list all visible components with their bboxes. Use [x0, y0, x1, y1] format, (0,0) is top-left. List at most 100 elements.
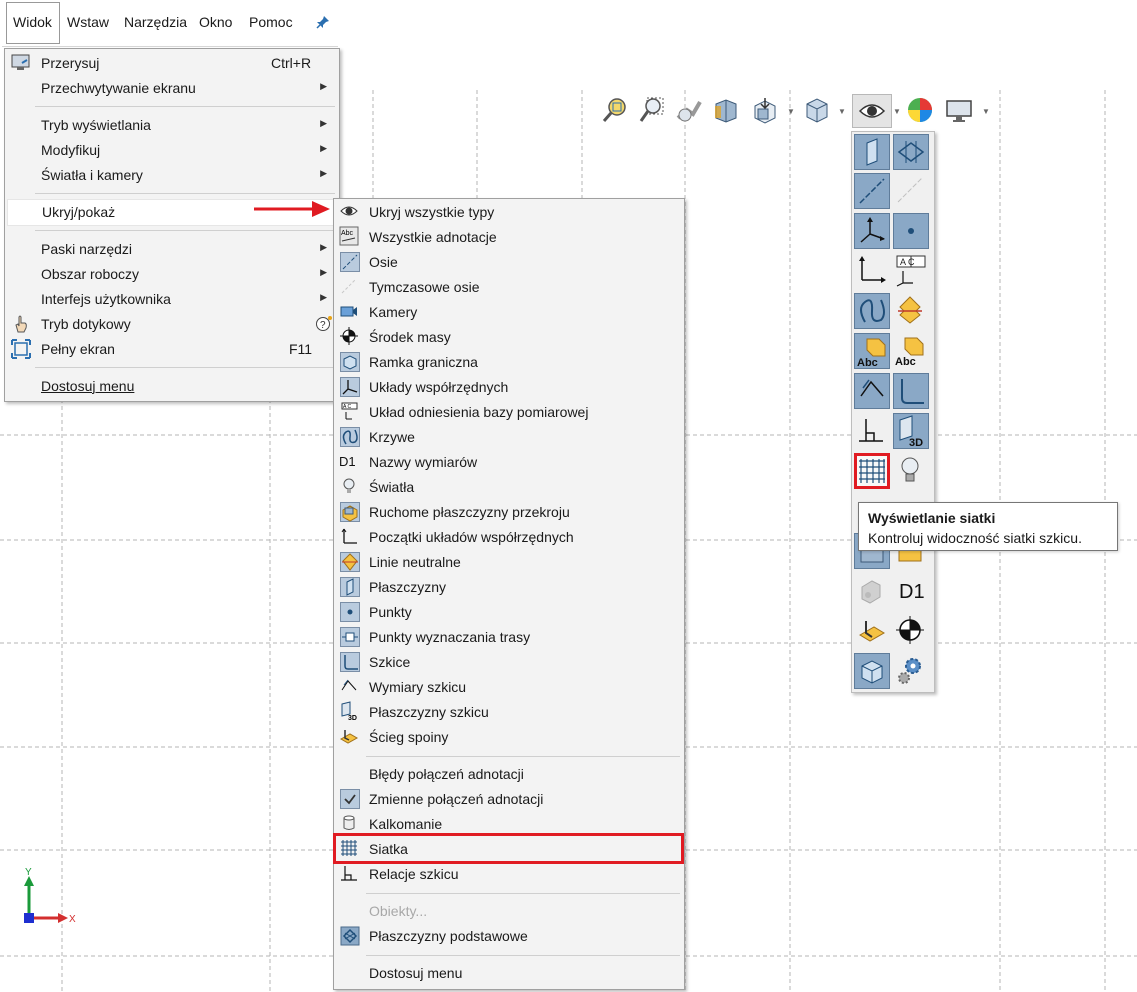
submenu-item[interactable]: Punkty — [334, 600, 684, 625]
menu-item-customize[interactable]: Dostosuj menu — [5, 374, 339, 399]
section-view-icon[interactable] — [712, 96, 740, 124]
submenu-item[interactable]: 3D Płaszczyzny szkicu — [334, 700, 684, 725]
menu-okno[interactable]: Okno — [199, 14, 232, 30]
submenu-item[interactable]: Ścieg spoiny — [334, 725, 684, 750]
parting-lines-toggle[interactable] — [893, 293, 929, 329]
menu-item-workspace[interactable]: Obszar roboczy ▶ — [5, 262, 339, 287]
menu-separator — [366, 955, 680, 956]
submenu-item[interactable]: Ukryj wszystkie typy — [334, 200, 684, 225]
temporary-axis-icon — [897, 177, 923, 203]
submenu-item[interactable]: Środek masy — [334, 325, 684, 350]
sketch-relation-icon — [859, 419, 883, 442]
submenu-item[interactable]: Ruchome płaszczyzny przekroju — [334, 500, 684, 525]
submenu-item[interactable]: Układy współrzędnych — [334, 375, 684, 400]
sketch-planes-toggle[interactable]: 3D — [893, 413, 929, 449]
menu-item-base-planes[interactable]: Płaszczyzny podstawowe — [334, 924, 684, 949]
sketch-relation-icon — [340, 864, 360, 884]
submenu-item[interactable]: Punkty wyznaczania trasy — [334, 625, 684, 650]
svg-text:3D: 3D — [348, 715, 357, 721]
route-points-toggle[interactable] — [893, 653, 929, 689]
display-style-icon[interactable] — [803, 96, 831, 124]
zoom-to-fit-icon[interactable] — [601, 96, 629, 124]
menu-pomoc[interactable]: Pomoc — [249, 14, 293, 30]
hide-show-button[interactable] — [852, 94, 892, 128]
submenu-item[interactable]: Kamery — [334, 300, 684, 325]
view-menu: Przerysuj Ctrl+R Przechwytywanie ekranu … — [4, 48, 340, 402]
dropdown-arrow-icon[interactable]: ▼ — [893, 107, 901, 116]
submenu-item[interactable]: Ramka graniczna — [334, 350, 684, 375]
submenu-item[interactable]: Zmienne połączeń adnotacji — [334, 787, 684, 812]
submenu-item[interactable]: Płaszczyzny — [334, 575, 684, 600]
annotations-toggle-2[interactable]: Abc — [893, 333, 929, 369]
pin-icon[interactable] — [316, 15, 330, 29]
annotations-icon: Abc — [339, 226, 360, 247]
view-orientation-icon[interactable] — [750, 96, 778, 124]
origins-toggle[interactable] — [854, 253, 890, 289]
center-of-mass-toggle[interactable] — [893, 613, 929, 649]
submenu-item[interactable]: Abc Wszystkie adnotacje — [334, 225, 684, 250]
submenu-item[interactable]: Początki układów współrzędnych — [334, 525, 684, 550]
submenu-item[interactable]: Linie neutralne — [334, 550, 684, 575]
svg-text:D1: D1 — [899, 581, 925, 603]
dropdown-arrow-icon[interactable]: ▼ — [787, 107, 795, 116]
sketch-dimension-icon — [340, 677, 360, 697]
planes-toggle[interactable] — [854, 134, 890, 170]
axes-toggle[interactable] — [854, 173, 890, 209]
menu-widok[interactable]: Widok — [13, 14, 52, 30]
monitor-icon[interactable] — [945, 97, 973, 125]
menu-item-modify[interactable]: Modyfikuj ▶ — [5, 138, 339, 163]
menu-item-full-screen[interactable]: Pełny ekran F11 — [5, 337, 339, 362]
weld-bead-icon — [339, 727, 360, 747]
grid-toggle[interactable] — [854, 453, 890, 489]
svg-text:?: ? — [320, 320, 326, 331]
submenu-item[interactable]: Szkice — [334, 650, 684, 675]
menu-item-lights-cameras[interactable]: Światła i kamery ▶ — [5, 163, 339, 188]
submenu-item[interactable]: Wymiary szkicu — [334, 675, 684, 700]
menu-item-screen-capture[interactable]: Przechwytywanie ekranu ▶ — [5, 76, 339, 101]
submenu-item[interactable]: Tymczasowe osie — [334, 275, 684, 300]
dimension-name-icon: D1 — [899, 581, 925, 603]
appearance-icon[interactable] — [906, 96, 934, 124]
bounding-box-toggle[interactable] — [854, 653, 890, 689]
submenu-item[interactable]: A C Układ odniesienia bazy pomiarowej — [334, 400, 684, 425]
submenu-item[interactable]: Błędy połączeń adnotacji — [334, 762, 684, 787]
submenu-arrow-icon: ▶ — [320, 81, 327, 91]
zoom-area-icon[interactable] — [638, 96, 666, 124]
menu-item-display-mode[interactable]: Tryb wyświetlania ▶ — [5, 113, 339, 138]
curves-toggle[interactable] — [854, 293, 890, 329]
submenu-item[interactable]: D1 Nazwy wymiarów — [334, 450, 684, 475]
menu-item-touch-mode[interactable]: Tryb dotykowy ? — [5, 312, 339, 337]
dimension-names-toggle[interactable]: D1 — [893, 573, 929, 609]
dropdown-arrow-icon[interactable]: ▼ — [982, 107, 990, 116]
menu-item-toolbars[interactable]: Paski narzędzi ▶ — [5, 237, 339, 262]
base-planes-toggle[interactable] — [893, 134, 929, 170]
weld-bead-toggle[interactable] — [854, 613, 890, 649]
menu-item-user-interface[interactable]: Interfejs użytkownika ▶ — [5, 287, 339, 312]
cameras-toggle[interactable] — [854, 573, 890, 609]
moving-section-icon — [340, 502, 360, 522]
center-of-mass-icon — [340, 327, 360, 347]
submenu-item[interactable]: Relacje szkicu — [334, 862, 684, 887]
submenu-item[interactable]: Światła — [334, 475, 684, 500]
menu-item-redraw[interactable]: Przerysuj Ctrl+R — [5, 51, 339, 76]
coordinate-system-icon — [860, 217, 885, 243]
svg-text:A C: A C — [343, 404, 351, 410]
coordinate-systems-toggle[interactable] — [854, 213, 890, 249]
all-annotations-toggle[interactable]: Abc — [854, 333, 890, 369]
dropdown-arrow-icon[interactable]: ▼ — [838, 107, 846, 116]
lights-toggle[interactable] — [893, 453, 929, 489]
sketch-relations-toggle[interactable] — [854, 413, 890, 449]
datum-reference-toggle[interactable]: A C — [893, 253, 929, 289]
sketch-dimensions-toggle[interactable] — [854, 373, 890, 409]
menu-item-customize-sub[interactable]: Dostosuj menu — [334, 961, 684, 986]
submenu-item[interactable]: Osie — [334, 250, 684, 275]
menu-narzedzia[interactable]: Narzędzia — [124, 14, 187, 30]
eye-icon — [340, 202, 360, 222]
annotations-icon: Abc — [857, 338, 886, 369]
submenu-item[interactable]: Krzywe — [334, 425, 684, 450]
sketches-toggle[interactable] — [893, 373, 929, 409]
previous-view-icon[interactable] — [675, 96, 703, 124]
menu-wstaw[interactable]: Wstaw — [67, 14, 109, 30]
points-toggle[interactable] — [893, 213, 929, 249]
temp-axes-toggle[interactable] — [893, 173, 929, 209]
